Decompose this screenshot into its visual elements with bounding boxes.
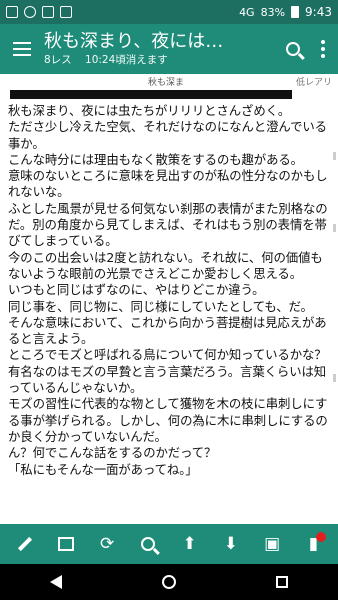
write-button[interactable] bbox=[11, 530, 39, 558]
android-nav-bar bbox=[0, 564, 338, 600]
post-header: 秋も深ま 低レアリ bbox=[0, 74, 338, 88]
notification-icon bbox=[6, 6, 18, 18]
notification-icons bbox=[6, 6, 72, 18]
post-line: ふとした風景が見せる何気ない刹那の表情がまた別格なのだ。別の角度から見てしまえば… bbox=[8, 200, 328, 249]
post-line: 秋も深まり、夜には虫たちがリリリとさんざめく。 bbox=[8, 103, 291, 118]
bottom-toolbar: ⟳ ⬆ ⬇ ▣ ▮ bbox=[0, 524, 338, 564]
post-body: 秋も深まり、夜には虫たちがリリリとさんざめく。 たださ少し冷えた空気、それだけな… bbox=[8, 103, 334, 478]
scroll-top-button[interactable]: ⬆ bbox=[176, 530, 204, 558]
expiry-time: 10:24頃消えます bbox=[85, 54, 168, 66]
find-button[interactable] bbox=[134, 530, 162, 558]
refresh-button[interactable]: ⟳ bbox=[93, 530, 121, 558]
scroll-marker bbox=[333, 374, 336, 382]
overflow-menu-button[interactable] bbox=[308, 24, 338, 74]
stats-icon bbox=[57, 537, 74, 551]
post-line: ところでモズと呼ばれる鳥について何か知っているかな？ bbox=[8, 347, 327, 363]
scroll-marker bbox=[333, 224, 336, 232]
recents-icon bbox=[275, 576, 288, 588]
search-icon bbox=[286, 42, 300, 56]
stats-button[interactable] bbox=[52, 530, 80, 558]
reply-count: 8レス bbox=[44, 54, 72, 66]
system-icons: 4G 83% 9:43 bbox=[239, 5, 332, 19]
scroll-marker bbox=[333, 152, 336, 160]
home-button[interactable] bbox=[149, 564, 189, 600]
post-line: 意味のないところに意味を見出すのが私の性分なのかもしれないな。 bbox=[8, 168, 328, 200]
menu-button[interactable] bbox=[0, 24, 44, 74]
redacted-bar bbox=[10, 90, 292, 99]
poster-name: 秋も深ま bbox=[148, 78, 185, 88]
thread-subtitle: 8レス 10:24頃消えます bbox=[44, 53, 278, 67]
thread-title-area: 秋も深まり、夜には… 8レス 10:24頃消えます bbox=[44, 31, 278, 67]
post-line: 「私にもそんな一面があってね。」 bbox=[8, 461, 198, 477]
pencil-icon bbox=[17, 536, 32, 552]
notification-badge bbox=[316, 532, 327, 542]
scroll-bottom-button[interactable]: ⬇ bbox=[217, 530, 245, 558]
back-icon bbox=[50, 575, 63, 589]
arrow-down-icon: ⬇ bbox=[223, 534, 238, 554]
arrow-up-icon: ⬆ bbox=[182, 534, 197, 554]
more-icon bbox=[321, 40, 325, 58]
post-line: モズの習性に代表的な物として獲物を木の枝に串刺しにする事が挙げられる。しかし、何… bbox=[8, 396, 328, 444]
post-line: 有名なのはモズの早贄と言う言葉だろう。言葉くらいは知っているんじゃないか。 bbox=[8, 363, 327, 396]
thread-content[interactable]: 秋も深ま 低レアリ 秋も深まり、夜には虫たちがリリリとさんざめく。 たださ少し冷… bbox=[0, 74, 338, 524]
battery-percent: 83% bbox=[260, 5, 286, 19]
clock: 9:43 bbox=[305, 5, 332, 19]
app-bar: 秋も深まり、夜には… 8レス 10:24頃消えます bbox=[0, 24, 338, 74]
post-line: 同じ事を、同じ物に、同じ様にしていたとしても、だ。 bbox=[8, 298, 313, 314]
refresh-icon: ⟳ bbox=[100, 534, 115, 554]
home-icon bbox=[161, 575, 176, 589]
notification-icon bbox=[42, 6, 54, 18]
notification-icon bbox=[60, 6, 72, 18]
status-bar: 4G 83% 9:43 bbox=[0, 0, 338, 24]
thread-title: 秋も深まり、夜には… bbox=[44, 31, 224, 52]
post-line: こんな時分には理由もなく散策をするのも趣がある。 bbox=[8, 151, 303, 167]
network-type: 4G bbox=[239, 5, 255, 19]
post-line: いつもと同じはずなのに、やはりどこか違う。 bbox=[8, 282, 265, 298]
search-button[interactable] bbox=[278, 24, 308, 74]
bookmark-button[interactable]: ▮ bbox=[299, 530, 327, 558]
image-button[interactable]: ▣ bbox=[258, 530, 286, 558]
notification-icon bbox=[24, 6, 36, 18]
recents-button[interactable] bbox=[262, 564, 302, 600]
poster-rarity: 低レアリ bbox=[295, 78, 332, 88]
post-line: 今のこの出会いは2度と訪れない。それ故に、何の価値もないような眼前の光景でさえど… bbox=[8, 249, 323, 281]
search-icon bbox=[141, 537, 156, 551]
image-icon: ▣ bbox=[264, 534, 281, 554]
post-line: たださ少し冷えた空気、それだけなのになんと澄んでいる事か。 bbox=[8, 119, 327, 151]
post-line: ん？何でこんな話をするのかだって？ bbox=[8, 445, 217, 461]
back-button[interactable] bbox=[36, 564, 76, 600]
battery-icon bbox=[291, 6, 300, 18]
post-line: そんな意味において、これから向かう菩提樹は見応えがあると言えよう。 bbox=[8, 314, 327, 347]
hamburger-icon bbox=[13, 42, 31, 56]
